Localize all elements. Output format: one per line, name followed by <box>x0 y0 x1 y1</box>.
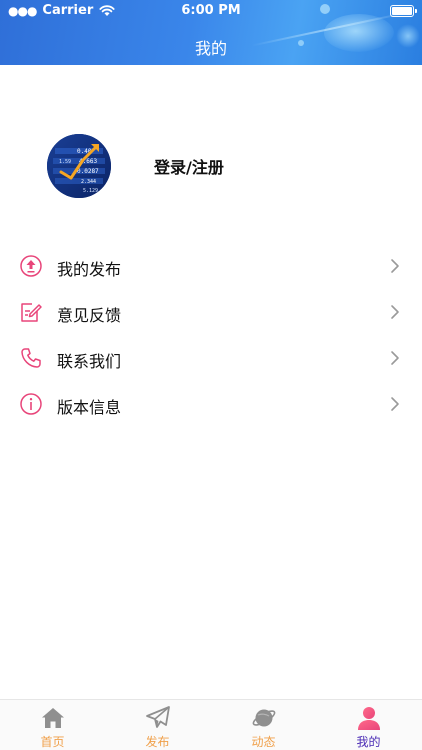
menu-item-version-info[interactable]: 版本信息 <box>0 382 422 428</box>
tab-mine[interactable]: 我的 <box>316 700 421 750</box>
menu-item-contact-us[interactable]: 联系我们 <box>0 336 422 382</box>
login-register-link[interactable]: 登录/注册 <box>154 154 224 178</box>
page-title: 我的 <box>194 39 227 58</box>
chevron-right-icon <box>391 305 399 319</box>
upload-circle-icon <box>20 255 42 277</box>
menu-item-label: 联系我们 <box>57 352 122 371</box>
menu-item-feedback[interactable]: 意见反馈 <box>0 290 422 336</box>
menu-item-my-posts[interactable]: 我的发布 <box>0 244 422 290</box>
svg-text:0.0287: 0.0287 <box>77 168 99 175</box>
tab-bar: 首页 发布 动态 我的 <box>0 699 422 750</box>
person-icon <box>357 707 380 730</box>
tab-label: 动态 <box>251 735 276 749</box>
tab-label: 首页 <box>40 735 65 749</box>
profile-section[interactable]: 0.40 1.59 4.663 0.0287 2.344 5.129 登录/注册 <box>0 134 422 198</box>
svg-text:1.59: 1.59 <box>59 159 71 165</box>
tab-label: 我的 <box>356 735 381 749</box>
tab-home[interactable]: 首页 <box>0 700 105 750</box>
battery-icon <box>390 5 417 17</box>
menu-item-label: 意见反馈 <box>57 306 122 325</box>
header: ●●● Carrier 6:00 PM 我的 <box>0 0 422 65</box>
tab-publish[interactable]: 发布 <box>105 700 210 750</box>
settings-menu: 我的发布 意见反馈 联系我们 版本信息 <box>0 244 422 428</box>
planet-icon <box>252 709 275 727</box>
tab-label: 发布 <box>145 735 170 749</box>
paper-plane-icon <box>145 706 170 728</box>
status-bar: ●●● Carrier 6:00 PM <box>0 0 422 22</box>
menu-item-label: 我的发布 <box>57 260 122 279</box>
tab-feed[interactable]: 动态 <box>211 700 316 750</box>
chevron-right-icon <box>391 351 399 365</box>
svg-text:5.129: 5.129 <box>83 188 98 194</box>
avatar-image: 0.40 1.59 4.663 0.0287 2.344 5.129 <box>47 134 111 198</box>
avatar[interactable]: 0.40 1.59 4.663 0.0287 2.344 5.129 <box>47 134 111 198</box>
status-time: 6:00 PM <box>181 3 241 18</box>
chevron-right-icon <box>391 397 399 411</box>
info-circle-icon <box>20 393 42 415</box>
menu-item-label: 版本信息 <box>57 398 122 417</box>
chevron-right-icon <box>391 259 399 273</box>
svg-text:2.344: 2.344 <box>81 179 96 185</box>
phone-icon <box>21 348 41 368</box>
home-icon <box>41 708 64 728</box>
feedback-edit-icon <box>21 303 42 322</box>
